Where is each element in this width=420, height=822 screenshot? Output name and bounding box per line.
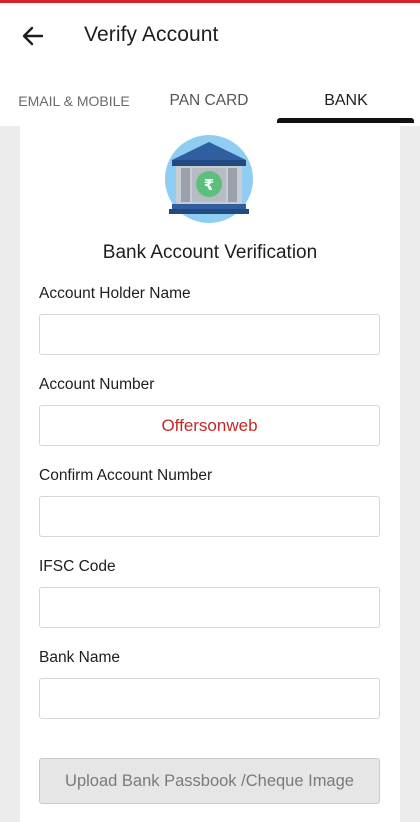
- upload-passbook-button[interactable]: Upload Bank Passbook /Cheque Image: [39, 758, 380, 804]
- active-tab-indicator: [277, 118, 414, 123]
- confirm-account-number-label: Confirm Account Number: [39, 467, 213, 484]
- bank-building-rupee-icon: ₹: [165, 135, 253, 223]
- arrow-left-icon: [22, 26, 44, 46]
- svg-text:₹: ₹: [204, 176, 214, 194]
- page-title: Verify Account: [84, 23, 219, 46]
- account-holder-name-input[interactable]: [39, 314, 380, 355]
- ifsc-code-label: IFSC Code: [39, 558, 116, 575]
- account-number-label: Account Number: [39, 376, 155, 393]
- confirm-account-number-input[interactable]: [39, 496, 380, 537]
- account-holder-name-label: Account Holder Name: [39, 285, 191, 302]
- bank-name-label: Bank Name: [39, 649, 120, 666]
- card-heading: Bank Account Verification: [102, 242, 318, 263]
- app-bar: Verify Account: [0, 3, 420, 67]
- tab-email-mobile[interactable]: EMAIL & MOBILE: [0, 76, 148, 126]
- ifsc-code-input[interactable]: [39, 587, 380, 628]
- back-button[interactable]: [18, 21, 48, 51]
- bank-name-input[interactable]: [39, 678, 380, 719]
- account-number-input[interactable]: [39, 405, 380, 446]
- tab-pan-card[interactable]: PAN CARD: [148, 76, 270, 126]
